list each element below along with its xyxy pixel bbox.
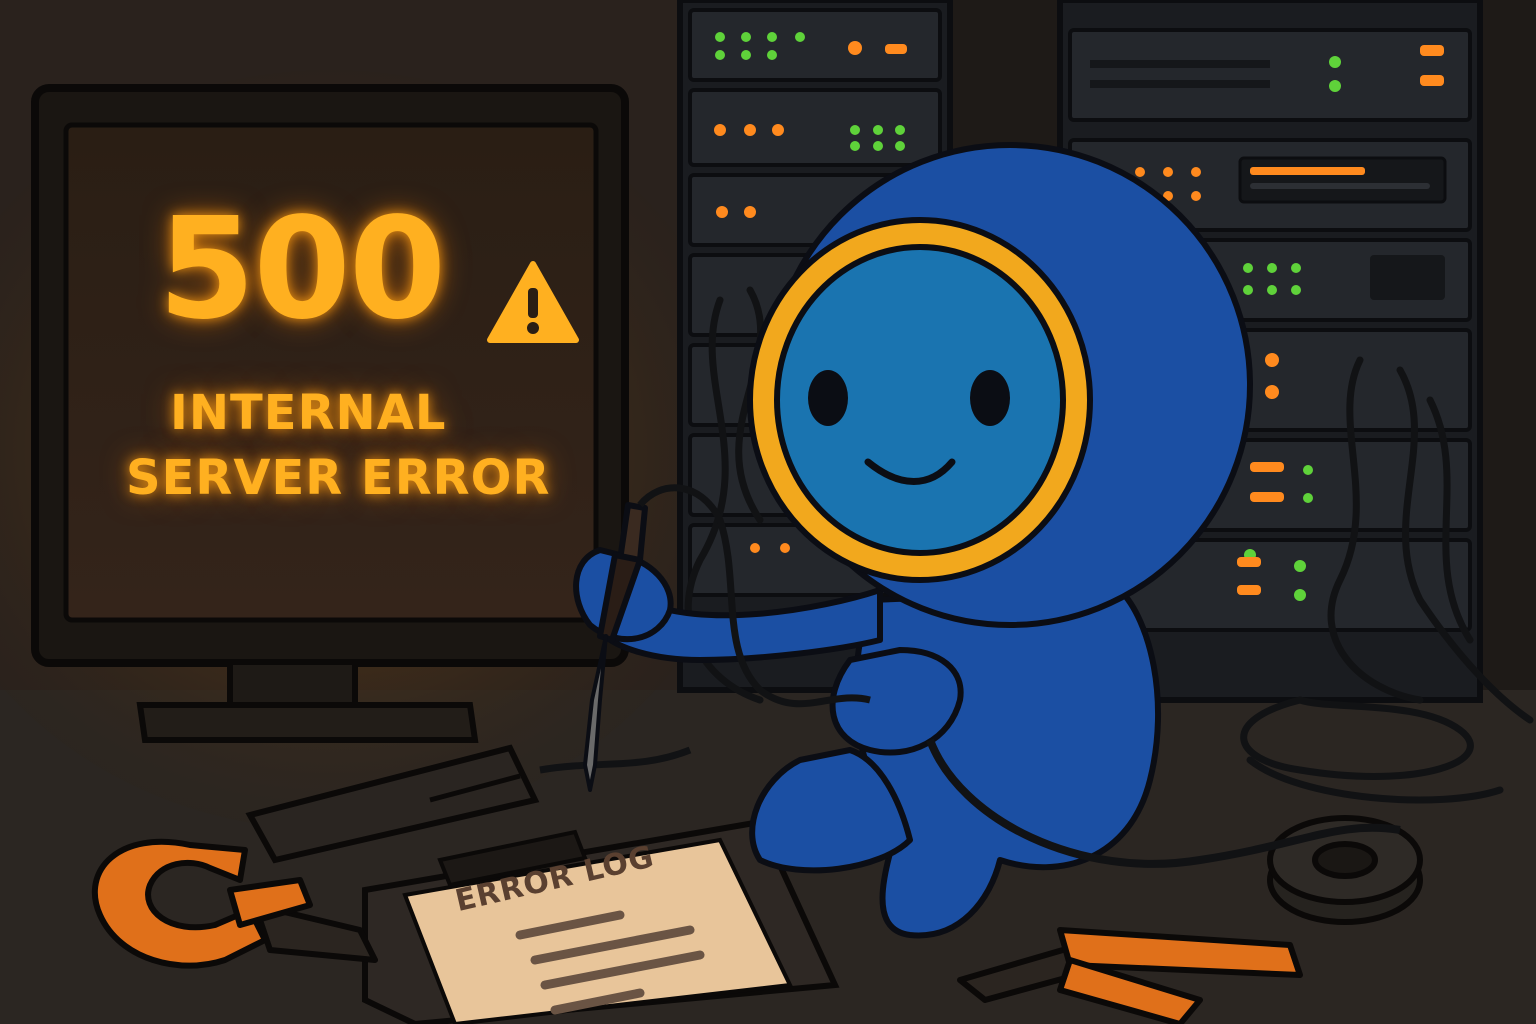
error-code: 500: [158, 188, 446, 351]
warning-triangle-icon: [487, 261, 579, 343]
error-screen: 500 INTERNAL SERVER ERROR: [70, 130, 600, 610]
error-line-1: INTERNAL: [170, 385, 447, 441]
error-line-2: SERVER ERROR: [126, 450, 551, 506]
